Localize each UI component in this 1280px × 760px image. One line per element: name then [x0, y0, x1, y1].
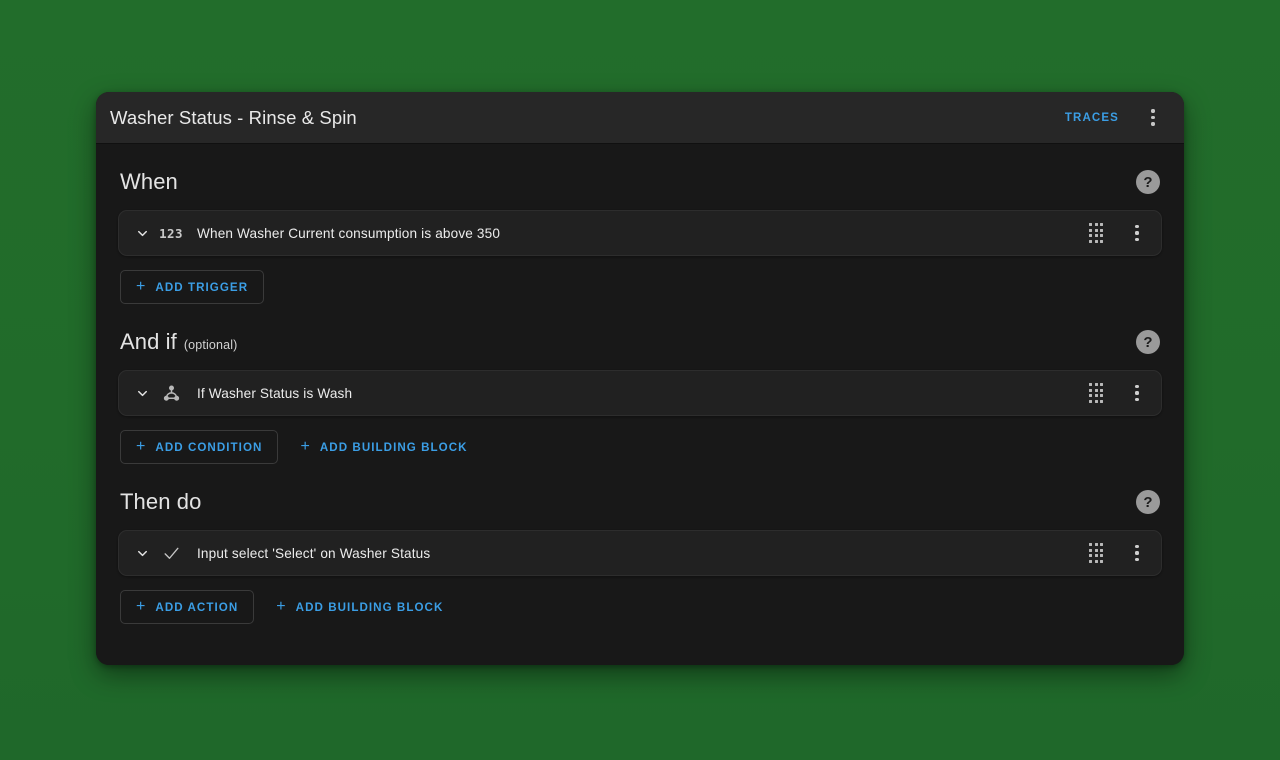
- add-action-button[interactable]: + ADD ACTION: [120, 590, 255, 624]
- add-action-label: ADD ACTION: [155, 600, 239, 614]
- plus-icon: +: [300, 437, 311, 455]
- section-header-when: When ?: [118, 160, 1162, 204]
- traces-link[interactable]: TRACES: [1056, 105, 1128, 131]
- automation-editor-card: Washer Status - Rinse & Spin TRACES When…: [96, 92, 1184, 665]
- chevron-down-icon[interactable]: [129, 540, 155, 566]
- plus-icon: +: [276, 597, 287, 615]
- kebab-menu-icon[interactable]: [1121, 377, 1153, 409]
- trigger-row[interactable]: 123 When Washer Current consumption is a…: [118, 210, 1162, 256]
- action-row[interactable]: Input select 'Select' on Washer Status: [118, 530, 1162, 576]
- page-title: Washer Status - Rinse & Spin: [110, 106, 357, 128]
- kebab-menu-icon[interactable]: [1121, 537, 1153, 569]
- kebab-menu-icon[interactable]: [1121, 217, 1153, 249]
- numeric-123-icon: 123: [159, 225, 183, 241]
- when-button-row: + ADD TRIGGER: [118, 270, 1162, 304]
- add-building-block-label: ADD BUILDING BLOCK: [295, 600, 444, 614]
- section-title-then-do: Then do: [120, 489, 1136, 515]
- help-circle-icon[interactable]: ?: [1136, 490, 1160, 514]
- add-building-block-button[interactable]: + ADD BUILDING BLOCK: [260, 590, 459, 624]
- section-title-and-if: And if (optional): [120, 329, 1136, 355]
- and-if-button-row: + ADD CONDITION + ADD BUILDING BLOCK: [118, 430, 1162, 464]
- call-split-icon: [157, 381, 185, 405]
- help-circle-icon[interactable]: ?: [1136, 330, 1160, 354]
- section-title-text: When: [120, 169, 178, 194]
- add-trigger-button[interactable]: + ADD TRIGGER: [120, 270, 265, 304]
- add-trigger-label: ADD TRIGGER: [155, 280, 249, 294]
- add-condition-button[interactable]: + ADD CONDITION: [120, 430, 279, 464]
- trigger-row-label: When Washer Current consumption is above…: [197, 225, 501, 241]
- add-building-block-button[interactable]: + ADD BUILDING BLOCK: [284, 430, 483, 464]
- section-title-text: And if: [120, 329, 177, 354]
- card-header: Washer Status - Rinse & Spin TRACES: [96, 92, 1184, 144]
- section-title-when: When: [120, 169, 1136, 195]
- chevron-down-icon[interactable]: [129, 220, 155, 246]
- action-row-label: Input select 'Select' on Washer Status: [197, 545, 431, 561]
- section-then-do: Then do ? Input select 'Select' on Washe…: [118, 480, 1162, 624]
- plus-icon: +: [136, 277, 147, 295]
- section-header-and-if: And if (optional) ?: [118, 320, 1162, 364]
- kebab-menu-icon[interactable]: [1136, 101, 1170, 135]
- help-circle-icon[interactable]: ?: [1136, 170, 1160, 194]
- section-header-then-do: Then do ?: [118, 480, 1162, 524]
- then-do-button-row: + ADD ACTION + ADD BUILDING BLOCK: [118, 590, 1162, 624]
- add-condition-label: ADD CONDITION: [155, 440, 263, 454]
- kebab-dot: [1151, 115, 1155, 120]
- condition-row-label: If Washer Status is Wash: [197, 385, 353, 401]
- drag-handle-icon[interactable]: [1081, 538, 1111, 568]
- section-title-text: Then do: [120, 489, 202, 514]
- section-optional-label: (optional): [183, 338, 238, 352]
- check-icon: [157, 541, 185, 565]
- app-background: Washer Status - Rinse & Spin TRACES When…: [0, 0, 1280, 760]
- kebab-dot: [1151, 122, 1155, 126]
- plus-icon: +: [136, 437, 147, 455]
- chevron-down-icon[interactable]: [129, 380, 155, 406]
- drag-handle-icon[interactable]: [1081, 218, 1111, 248]
- add-building-block-label: ADD BUILDING BLOCK: [319, 440, 468, 454]
- drag-handle-icon[interactable]: [1081, 378, 1111, 408]
- section-when: When ? 123 When Washer Current consumpti…: [118, 160, 1162, 304]
- kebab-dot: [1151, 109, 1155, 113]
- condition-row[interactable]: If Washer Status is Wash: [118, 370, 1162, 416]
- plus-icon: +: [136, 597, 147, 615]
- card-body: When ? 123 When Washer Current consumpti…: [96, 144, 1184, 665]
- section-and-if: And if (optional) ? If Washer Status is …: [118, 320, 1162, 464]
